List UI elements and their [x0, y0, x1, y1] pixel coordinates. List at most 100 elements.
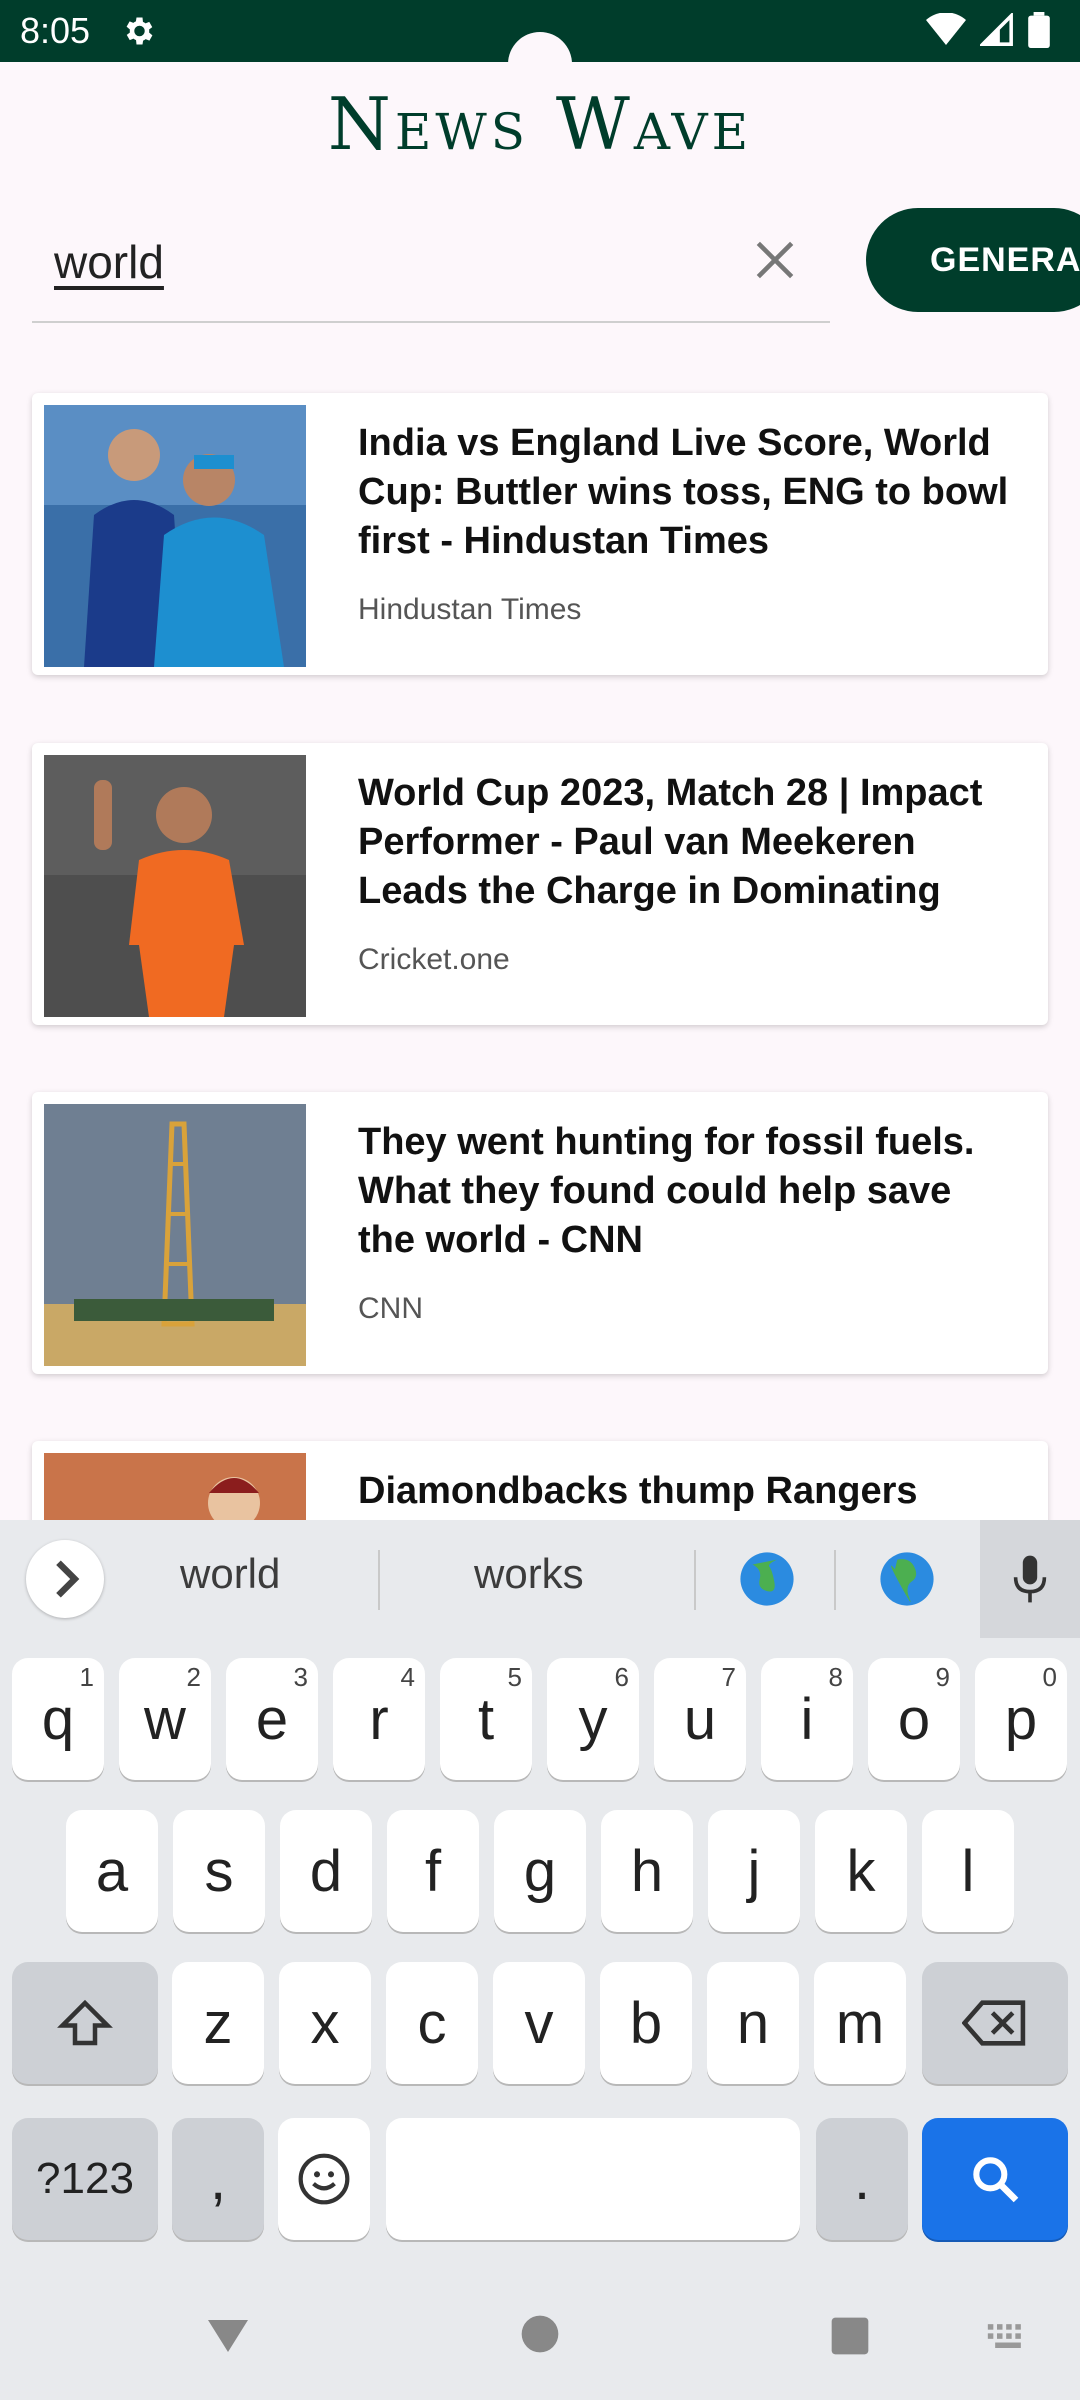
key-hint: 6: [614, 1662, 629, 1692]
cell-signal-icon: [980, 13, 1013, 46]
recents-square-icon[interactable]: [828, 2314, 872, 2358]
key-label: z: [203, 1990, 233, 2056]
article-headline: World Cup 2023, Match 28 | Impact Perfor…: [358, 772, 983, 912]
globe-africa-emoji-icon[interactable]: [878, 1550, 936, 1608]
news-card[interactable]: India vs England Live Score, World Cup: …: [32, 393, 1048, 675]
key-b[interactable]: b: [600, 1962, 692, 2084]
symbols-key[interactable]: ?123: [12, 2118, 158, 2240]
wifi-icon: [926, 13, 966, 45]
key-label: u: [683, 1686, 717, 1752]
navigation-bar: [0, 2290, 1080, 2400]
soft-keyboard: world works q1w2e3r4t5y6u7i8o9p0 asdfghj…: [0, 1520, 1080, 2400]
divider: [834, 1550, 836, 1610]
key-e[interactable]: e3: [226, 1658, 318, 1780]
key-c[interactable]: c: [386, 1962, 478, 2084]
key-label: d: [309, 1838, 343, 1904]
key-o[interactable]: o9: [868, 1658, 960, 1780]
home-circle-icon[interactable]: [518, 2312, 562, 2356]
key-g[interactable]: g: [494, 1810, 586, 1932]
shift-key[interactable]: [12, 1962, 158, 2084]
key-z[interactable]: z: [172, 1962, 264, 2084]
article-source: Cricket.one: [358, 943, 510, 976]
key-hint: 2: [186, 1662, 201, 1692]
period-key[interactable]: .: [816, 2118, 908, 2240]
key-p[interactable]: p0: [975, 1658, 1067, 1780]
status-bar: 8:05: [0, 0, 1080, 96]
backspace-key[interactable]: [922, 1962, 1068, 2084]
key-r[interactable]: r4: [333, 1658, 425, 1780]
search-icon: [973, 2157, 1019, 2203]
globe-emoji-icon[interactable]: [738, 1550, 796, 1608]
key-hint: 9: [935, 1662, 950, 1692]
comma-key[interactable]: ,: [172, 2118, 264, 2240]
article-source: CNN: [358, 1292, 423, 1325]
key-m[interactable]: m: [814, 1962, 906, 2084]
article-headline: India vs England Live Score, World Cup: …: [358, 422, 1009, 562]
news-card[interactable]: They went hunting for fossil fuels. What…: [32, 1092, 1048, 1374]
key-label: k: [846, 1838, 876, 1904]
key-label: e: [255, 1686, 289, 1752]
key-label: y: [578, 1686, 608, 1752]
key-i[interactable]: i8: [761, 1658, 853, 1780]
key-n[interactable]: n: [707, 1962, 799, 2084]
key-s[interactable]: s: [173, 1810, 265, 1932]
key-hint: 0: [1042, 1662, 1057, 1692]
key-label: s: [204, 1838, 234, 1904]
key-y[interactable]: y6: [547, 1658, 639, 1780]
key-label: x: [310, 1990, 340, 2056]
space-key[interactable]: [386, 2118, 800, 2240]
category-button[interactable]: GENERAL: [866, 208, 1080, 312]
news-card[interactable]: World Cup 2023, Match 28 | Impact Perfor…: [32, 743, 1048, 1025]
chevron-right-icon: [56, 1560, 80, 1598]
key-l[interactable]: l: [922, 1810, 1014, 1932]
article-headline: They went hunting for fossil fuels. What…: [358, 1121, 975, 1261]
key-label: j: [747, 1838, 761, 1904]
key-hint: 8: [828, 1662, 843, 1692]
voice-input-button[interactable]: [980, 1520, 1080, 1638]
key-u[interactable]: u7: [654, 1658, 746, 1780]
key-j[interactable]: j: [708, 1810, 800, 1932]
key-label: o: [897, 1686, 931, 1752]
microphone-icon: [1013, 1555, 1047, 1603]
key-q[interactable]: q1: [12, 1658, 104, 1780]
article-image: [44, 1104, 306, 1366]
search-input[interactable]: world: [54, 235, 164, 289]
key-label: t: [477, 1686, 495, 1752]
key-label: q: [41, 1686, 75, 1752]
clear-icon[interactable]: [750, 235, 800, 285]
search-key[interactable]: [922, 2118, 1068, 2240]
key-a[interactable]: a: [66, 1810, 158, 1932]
key-h[interactable]: h: [601, 1810, 693, 1932]
key-label: h: [630, 1838, 664, 1904]
key-d[interactable]: d: [280, 1810, 372, 1932]
settings-gear-icon: [126, 17, 153, 45]
battery-icon: [1028, 12, 1050, 48]
key-label: m: [835, 1990, 885, 2056]
key-label: r: [369, 1686, 389, 1752]
app-title: News Wave: [327, 82, 753, 166]
key-hint: 5: [507, 1662, 522, 1692]
key-label: a: [95, 1838, 129, 1904]
suggestion-1[interactable]: world: [180, 1550, 280, 1598]
key-v[interactable]: v: [493, 1962, 585, 2084]
backspace-icon: [962, 2000, 1026, 2046]
key-label: f: [424, 1838, 442, 1904]
key-label: n: [736, 1990, 770, 2056]
emoji-key[interactable]: [278, 2118, 370, 2240]
key-t[interactable]: t5: [440, 1658, 532, 1780]
key-x[interactable]: x: [279, 1962, 371, 2084]
shift-arrow-icon: [57, 1999, 113, 2046]
divider: [378, 1550, 380, 1610]
key-label: w: [144, 1686, 186, 1752]
keyboard-switch-icon[interactable]: [986, 2322, 1030, 2352]
suggestion-2[interactable]: works: [474, 1550, 584, 1598]
article-image: [44, 755, 306, 1017]
search-field[interactable]: world: [32, 205, 830, 323]
key-f[interactable]: f: [387, 1810, 479, 1932]
back-triangle-icon[interactable]: [204, 2312, 252, 2360]
key-k[interactable]: k: [815, 1810, 907, 1932]
key-w[interactable]: w2: [119, 1658, 211, 1780]
key-hint: 4: [400, 1662, 415, 1692]
emoji-smiley-icon: [298, 2153, 350, 2205]
suggestions-expand-button[interactable]: [26, 1540, 104, 1618]
